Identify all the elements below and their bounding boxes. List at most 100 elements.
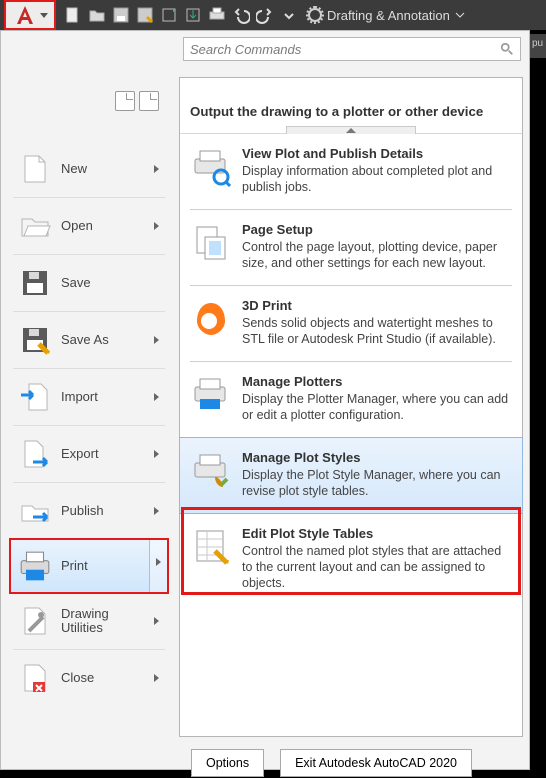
options-button[interactable]: Options: [191, 749, 264, 777]
save-icon[interactable]: [112, 6, 130, 24]
open-icon[interactable]: [88, 6, 106, 24]
chevron-right-icon: [154, 674, 159, 682]
menu-label: Import: [61, 390, 98, 404]
application-menu-panel: Search Commands New Open Save: [0, 30, 530, 770]
menu-item-export[interactable]: Export: [11, 426, 167, 482]
export-icon: [17, 436, 53, 472]
item-desc: Control the named plot styles that are a…: [242, 543, 512, 591]
menu-item-print[interactable]: Print: [9, 538, 169, 594]
menu-label: Open: [61, 219, 93, 233]
menu-label: Save As: [61, 333, 109, 347]
item-title: Page Setup: [242, 222, 512, 237]
menu-item-open[interactable]: Open: [11, 198, 167, 254]
close-file-icon: [17, 660, 53, 696]
app-menu-list: New Open Save Save As: [11, 141, 167, 706]
chevron-right-icon: [154, 222, 159, 230]
item-desc: Display the Plot Style Manager, where yo…: [242, 467, 512, 499]
publish-icon: [17, 493, 53, 529]
saveweb-icon[interactable]: [184, 6, 202, 24]
search-commands-input[interactable]: Search Commands: [183, 37, 521, 61]
print-submenu-list: View Plot and Publish Details Display in…: [180, 134, 522, 605]
undo-icon[interactable]: [232, 6, 250, 24]
import-icon: [17, 379, 53, 415]
footer-buttons: Options Exit Autodesk AutoCAD 2020: [191, 749, 472, 777]
manage-plotters-icon: [190, 374, 232, 416]
chevron-right-icon: [154, 336, 159, 344]
submenu-item-manage-plotters[interactable]: Manage Plotters Display the Plotter Mana…: [180, 362, 522, 437]
workspace-switcher[interactable]: Drafting & Annotation: [308, 8, 465, 23]
gear-icon: [308, 8, 322, 22]
menu-item-save[interactable]: Save: [11, 255, 167, 311]
chevron-right-icon: [154, 450, 159, 458]
qat-icons: [64, 6, 298, 24]
application-menu-button[interactable]: [4, 0, 56, 30]
print-icon: [17, 548, 53, 584]
right-panel-stub: pu: [530, 34, 546, 58]
plot-icon[interactable]: [208, 6, 226, 24]
item-title: Manage Plotters: [242, 374, 512, 389]
new-icon[interactable]: [64, 6, 82, 24]
item-desc: Sends solid objects and watertight meshe…: [242, 315, 512, 347]
chevron-right-icon: [154, 617, 159, 625]
item-title: Manage Plot Styles: [242, 450, 512, 465]
menu-item-drawing-utilities[interactable]: Drawing Utilities: [11, 593, 167, 649]
view-plot-icon: [190, 146, 232, 188]
chevron-right-icon: [154, 507, 159, 515]
submenu-item-page-setup[interactable]: Page Setup Control the page layout, plot…: [180, 210, 522, 285]
menu-label: Export: [61, 447, 99, 461]
submenu-item-3d-print[interactable]: 3D Print Sends solid objects and waterti…: [180, 286, 522, 361]
menu-item-saveas[interactable]: Save As: [11, 312, 167, 368]
menu-label: Save: [61, 276, 91, 290]
recent-doc-view-icons: [115, 91, 159, 111]
submenu-item-view-plot-details[interactable]: View Plot and Publish Details Display in…: [180, 134, 522, 209]
quick-access-toolbar: Drafting & Annotation: [0, 0, 546, 30]
qat-dropdown-icon[interactable]: [280, 6, 298, 24]
saveas-icon: [17, 322, 53, 358]
submenu-indicator: [149, 540, 167, 592]
exit-button[interactable]: Exit Autodesk AutoCAD 2020: [280, 749, 472, 777]
menu-label: Publish: [61, 504, 104, 518]
search-icon: [500, 42, 514, 56]
chevron-right-icon: [156, 558, 161, 566]
item-desc: Display information about completed plot…: [242, 163, 512, 195]
menu-item-publish[interactable]: Publish: [11, 483, 167, 539]
menu-item-import[interactable]: Import: [11, 369, 167, 425]
utilities-icon: [17, 603, 53, 639]
autocad-logo-icon: [13, 3, 37, 27]
item-title: 3D Print: [242, 298, 512, 313]
open-docs-icon[interactable]: [139, 91, 159, 111]
menu-item-close[interactable]: Close: [11, 650, 167, 706]
collapse-handle[interactable]: [286, 126, 416, 134]
open-folder-icon: [17, 208, 53, 244]
3d-print-icon: [190, 298, 232, 340]
save-icon: [17, 265, 53, 301]
page-setup-icon: [190, 222, 232, 264]
edit-plot-style-tables-icon: [190, 526, 232, 568]
print-submenu-heading: Output the drawing to a plotter or other…: [180, 78, 522, 134]
menu-label: New: [61, 162, 87, 176]
item-desc: Control the page layout, plotting device…: [242, 239, 512, 271]
submenu-item-edit-plot-style-tables[interactable]: Edit Plot Style Tables Control the named…: [180, 514, 522, 605]
item-title: View Plot and Publish Details: [242, 146, 512, 161]
menu-item-new[interactable]: New: [11, 141, 167, 197]
new-doc-icon: [17, 151, 53, 187]
item-desc: Display the Plotter Manager, where you c…: [242, 391, 512, 423]
search-placeholder: Search Commands: [190, 42, 301, 57]
chevron-right-icon: [154, 165, 159, 173]
menu-label: Close: [61, 671, 94, 685]
saveas-icon[interactable]: [136, 6, 154, 24]
item-title: Edit Plot Style Tables: [242, 526, 512, 541]
manage-plot-styles-icon: [190, 450, 232, 492]
heading-text: Output the drawing to a plotter or other…: [190, 104, 483, 119]
submenu-item-manage-plot-styles[interactable]: Manage Plot Styles Display the Plot Styl…: [180, 438, 522, 513]
chevron-down-icon: [455, 10, 465, 20]
recent-docs-icon[interactable]: [115, 91, 135, 111]
redo-icon[interactable]: [256, 6, 274, 24]
menu-label: Print: [61, 559, 88, 573]
chevron-right-icon: [154, 393, 159, 401]
chevron-up-icon: [346, 128, 356, 133]
menu-label: Drawing Utilities: [61, 607, 135, 635]
workspace-label: Drafting & Annotation: [327, 8, 450, 23]
openweb-icon[interactable]: [160, 6, 178, 24]
dropdown-caret-icon: [40, 13, 48, 18]
